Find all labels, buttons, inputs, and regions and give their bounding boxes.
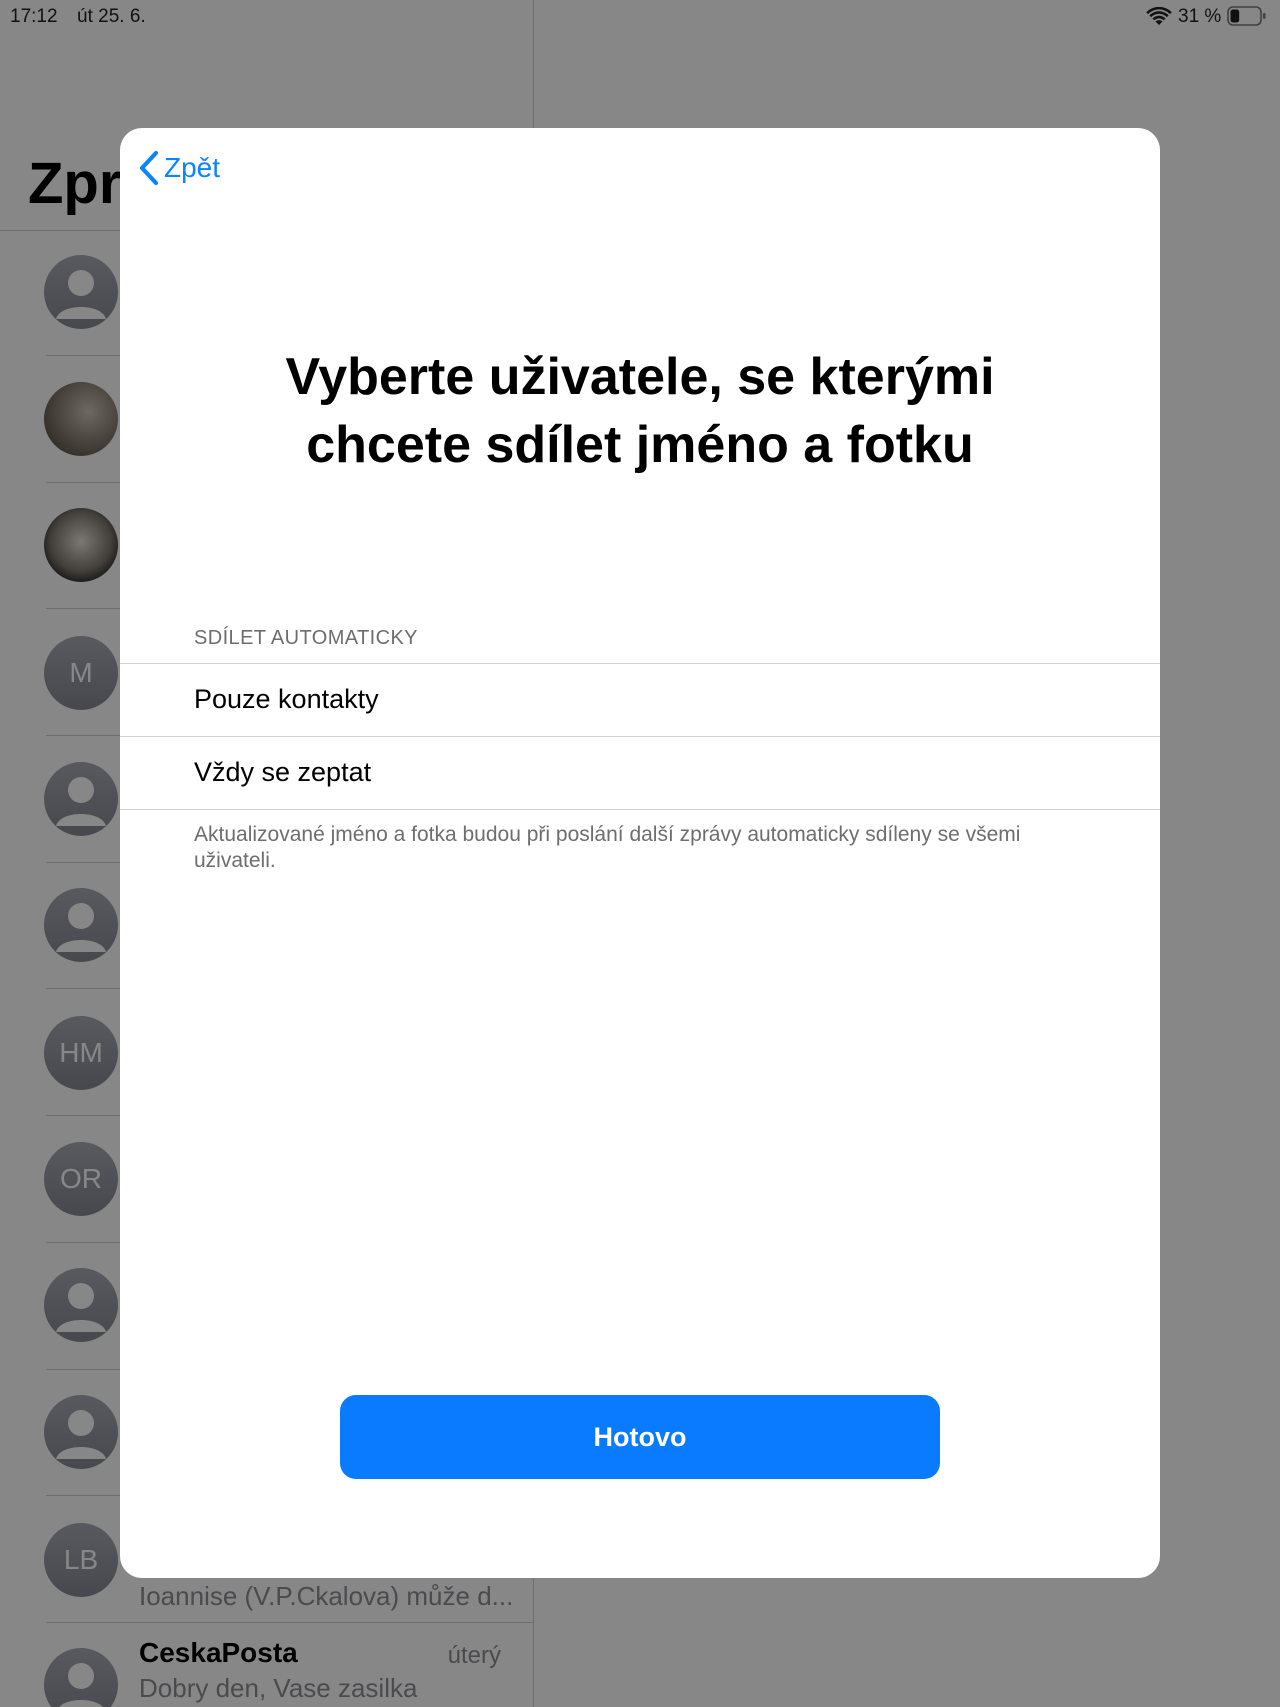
wifi-icon xyxy=(1146,6,1172,33)
sheet-title: Vyberte uživatele, se kterými chcete sdí… xyxy=(120,343,1160,479)
divider xyxy=(120,809,1160,810)
battery-icon xyxy=(1227,6,1266,26)
sheet-title-line-1: Vyberte uživatele, se kterými xyxy=(285,348,995,406)
status-time: 17:12 xyxy=(10,6,58,27)
screen: Zpr M HM OR LB Ioannise (V.P.Ckalova) mů… xyxy=(0,0,1280,1707)
status-date: út 25. 6. xyxy=(77,6,146,27)
option-contacts-only[interactable]: Pouze kontakty xyxy=(120,664,1160,736)
done-button[interactable]: Hotovo xyxy=(340,1395,940,1479)
chevron-left-icon xyxy=(139,150,159,186)
option-label: Pouze kontakty xyxy=(194,684,379,714)
back-label: Zpět xyxy=(164,152,221,183)
back-button[interactable]: Zpět xyxy=(138,150,220,186)
battery-percent: 31 % xyxy=(1178,6,1222,27)
section-header: SDÍLET AUTOMATICKY xyxy=(194,627,418,649)
option-always-ask[interactable]: Vždy se zeptat xyxy=(120,737,1160,809)
sheet-title-line-2: chcete sdílet jméno a fotku xyxy=(306,416,974,474)
section-footer: Aktualizované jméno a fotka budou při po… xyxy=(194,823,1021,872)
status-bar: 17:12 út 25. 6. 31 % xyxy=(0,0,1280,34)
option-label: Vždy se zeptat xyxy=(194,757,372,787)
share-name-photo-sheet: Zpět Vyberte uživatele, se kterými chcet… xyxy=(120,128,1160,1578)
